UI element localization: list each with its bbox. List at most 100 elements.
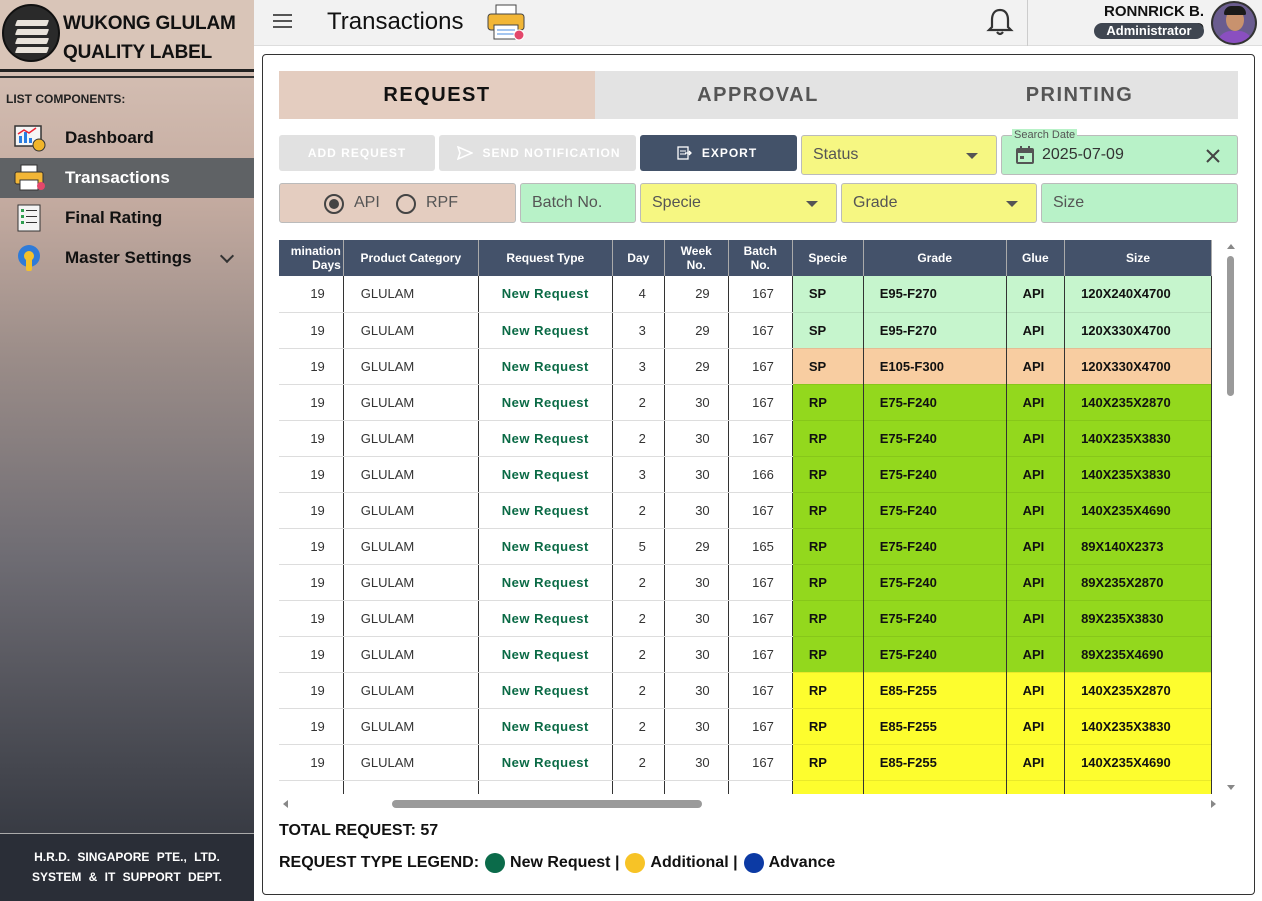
cell-grade: E85-F255 xyxy=(863,744,1007,781)
tab-request[interactable]: REQUEST xyxy=(279,71,595,119)
cell-size: 140X235X2870 xyxy=(1064,672,1212,709)
table-row[interactable]: 19 GLULAM New Request 2 30 167 RP E75-F240 API 14… xyxy=(279,384,1212,421)
add-request-button[interactable]: ADD REQUEST xyxy=(279,135,435,171)
cell-grade: E75-F240 xyxy=(863,600,1007,637)
notification-bell-icon[interactable] xyxy=(984,6,1016,38)
table-row[interactable]: 19 GLULAM New Request 3 29 167 SP E95-F270 API 12… xyxy=(279,312,1212,349)
cell-week-no: 30 xyxy=(664,492,729,529)
sidebar-item-label: Master Settings xyxy=(65,248,192,267)
size-input[interactable]: Size xyxy=(1041,183,1238,223)
horizontal-scrollbar[interactable] xyxy=(279,795,1224,809)
table-row[interactable]: 19 GLULAM New Request 2 30 167 RP E85-F255 API 14… xyxy=(279,744,1212,781)
column-header-request-type[interactable]: Request Type xyxy=(478,240,613,276)
cell-day: 2 xyxy=(612,744,665,781)
clear-icon[interactable] xyxy=(1205,148,1221,164)
table-row[interactable]: 19 GLULAM New Request 5 29 165 RP E75-F240 API 89… xyxy=(279,528,1212,565)
vertical-scrollbar[interactable] xyxy=(1225,240,1237,794)
cell-germination-days: 19 xyxy=(279,420,344,457)
avatar[interactable] xyxy=(1211,1,1257,45)
table-row[interactable]: 19 GLULAM New Request 2 30 167 RP E75-F240 API 89… xyxy=(279,564,1212,601)
table-row[interactable]: 19 GLULAM New Request 2 30 167 RP E75-F240 API 14… xyxy=(279,492,1212,529)
column-header-batch-no[interactable]: Batch No. xyxy=(728,240,793,276)
cell-week-no: 30 xyxy=(664,708,729,745)
search-date-label: Search Date xyxy=(1012,129,1078,141)
cell-specie: RP xyxy=(792,600,864,637)
cell-glue: API xyxy=(1006,600,1066,637)
table-row[interactable]: 19 GLULAM New Request 4 29 167 SP E95-F270 API 12… xyxy=(279,276,1212,313)
column-header-day[interactable]: Day xyxy=(612,240,665,276)
cell-specie: RP xyxy=(792,456,864,493)
send-icon xyxy=(457,146,473,160)
table-row[interactable]: 19 GLULAM New Request 2 30 167 RP E85-F255 API 14… xyxy=(279,672,1212,709)
tab-bar: REQUEST APPROVAL PRINTING xyxy=(279,71,1238,119)
printer-icon xyxy=(487,4,525,41)
send-notification-button[interactable]: SEND NOTIFICATION xyxy=(439,135,636,171)
radio-rpf-label: RPF xyxy=(426,194,458,211)
cell-day: 2 xyxy=(612,708,665,745)
cell-product-category: GLULAM xyxy=(343,600,479,637)
cell-specie: RP xyxy=(792,744,864,781)
cell-batch-no: 167 xyxy=(728,636,793,673)
grade-select[interactable]: Grade xyxy=(841,183,1037,223)
sidebar-item-dashboard[interactable]: Dashboard xyxy=(0,118,254,158)
sidebar-item-transactions[interactable]: Transactions xyxy=(0,158,254,198)
sidebar-item-master-settings[interactable]: Master Settings xyxy=(0,238,254,278)
cell-product-category: GLULAM xyxy=(343,312,479,349)
specie-select[interactable]: Specie xyxy=(640,183,837,223)
cell-grade: E85-F255 xyxy=(863,780,1007,794)
search-date-field[interactable]: Search Date 2025-07-09 xyxy=(1001,129,1238,175)
cell-request-type: New Request xyxy=(478,672,613,709)
size-placeholder: Size xyxy=(1053,194,1085,211)
column-header-specie[interactable]: Specie xyxy=(792,240,864,276)
radio-api[interactable] xyxy=(324,194,344,214)
cell-grade: E75-F240 xyxy=(863,528,1007,565)
cell-germination-days: 19 xyxy=(279,672,344,709)
column-header-week-no[interactable]: Week No. xyxy=(664,240,729,276)
cell-specie: RP xyxy=(792,780,864,794)
cell-specie: SP xyxy=(792,348,864,385)
export-button[interactable]: EXPORT xyxy=(640,135,797,171)
table-row[interactable]: 19 GLULAM New Request 3 30 166 RP E75-F240 API 14… xyxy=(279,456,1212,493)
sidebar-item-final-rating[interactable]: Final Rating xyxy=(0,198,254,238)
cell-day: 5 xyxy=(612,528,665,565)
table-row[interactable]: 19 GLULAM New Request 2 30 167 RP E75-F240 API 89… xyxy=(279,636,1212,673)
total-request: TOTAL REQUEST: 57 xyxy=(279,822,439,839)
cell-week-no: 29 xyxy=(664,348,729,385)
cell-product-category: GLULAM xyxy=(343,636,479,673)
cell-batch-no: 167 xyxy=(728,348,793,385)
horizontal-scrollbar-thumb[interactable] xyxy=(392,800,702,808)
cell-day: 2 xyxy=(612,636,665,673)
cell-request-type: New Request xyxy=(478,348,613,385)
menu-icon[interactable] xyxy=(273,14,292,30)
cell-week-no: 30 xyxy=(664,780,729,794)
table-row[interactable]: 19 GLULAM New Request 2 30 167 RP E75-F240 API 14… xyxy=(279,420,1212,457)
cell-product-category: GLULAM xyxy=(343,276,479,313)
column-header-product-category[interactable]: Product Category xyxy=(343,240,479,276)
table-row[interactable]: 19 GLULAM New Request 3 29 167 SP E105-F300 API 1… xyxy=(279,348,1212,385)
column-header-grade[interactable]: Grade xyxy=(863,240,1007,276)
batch-no-input[interactable]: Batch No. xyxy=(520,183,636,223)
table-row[interactable]: 19GLULAMNew Request230167RPE85-F255API89… xyxy=(279,780,1212,794)
status-select[interactable]: Status xyxy=(801,135,997,175)
column-header-glue[interactable]: Glue xyxy=(1006,240,1066,276)
cell-glue: API xyxy=(1006,744,1066,781)
vertical-scrollbar-thumb[interactable] xyxy=(1227,256,1234,396)
tab-printing[interactable]: PRINTING xyxy=(921,71,1238,119)
cell-week-no: 29 xyxy=(664,276,729,313)
tab-approval[interactable]: APPROVAL xyxy=(595,71,921,119)
radio-rpf[interactable] xyxy=(396,194,416,214)
cell-size: 140X235X4690 xyxy=(1064,744,1212,781)
list-components-label: LIST COMPONENTS: xyxy=(6,92,126,106)
cell-glue: API xyxy=(1006,492,1066,529)
cell-request-type: New Request xyxy=(478,744,613,781)
column-header-germination-days[interactable]: mination Days xyxy=(279,240,344,276)
cell-product-category: GLULAM xyxy=(343,744,479,781)
cell-batch-no: 167 xyxy=(728,384,793,421)
calendar-icon[interactable] xyxy=(1015,145,1035,165)
column-header-size[interactable]: Size xyxy=(1064,240,1212,276)
requests-table: mination Days Product Category Request T… xyxy=(279,240,1224,794)
cell-grade: E75-F240 xyxy=(863,492,1007,529)
table-row[interactable]: 19 GLULAM New Request 2 30 167 RP E75-F240 API 89… xyxy=(279,600,1212,637)
legend-additional-dot xyxy=(625,853,646,873)
table-row[interactable]: 19 GLULAM New Request 2 30 167 RP E85-F255 API 14… xyxy=(279,708,1212,745)
